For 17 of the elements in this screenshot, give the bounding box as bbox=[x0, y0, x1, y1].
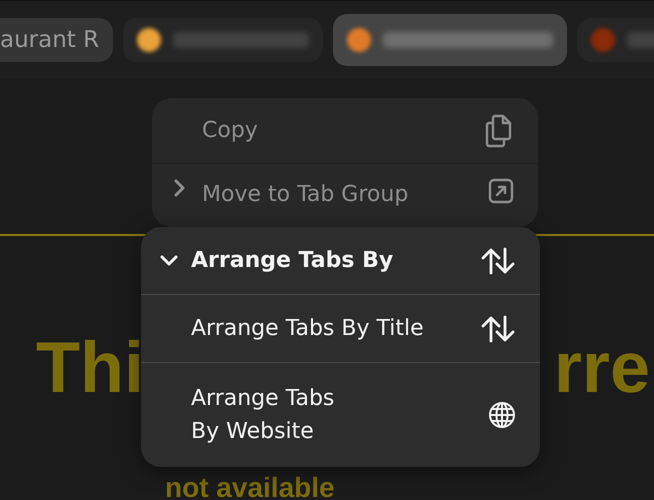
sort-arrows-icon bbox=[480, 314, 516, 342]
menu-item[interactable]: Move to Tab Group bbox=[152, 164, 538, 226]
arrow-in-square-icon bbox=[488, 178, 514, 204]
sort-arrows-icon bbox=[480, 246, 516, 274]
menu-item[interactable]: Arrange Tabs By Title bbox=[141, 295, 540, 363]
menu-item-label: Move to Tab Group bbox=[202, 181, 410, 209]
copy-icon bbox=[484, 112, 514, 148]
menu-item[interactable]: Copy bbox=[152, 98, 538, 164]
globe-icon bbox=[488, 401, 516, 429]
menu-item-label: Copy bbox=[202, 117, 259, 145]
blurred-browser-tab[interactable] bbox=[123, 18, 324, 62]
heading-text: rre bbox=[554, 332, 650, 404]
heading-text: not available bbox=[164, 474, 336, 500]
submenu-header[interactable]: Arrange Tabs By bbox=[141, 227, 540, 295]
browser-tab[interactable]: aurant R bbox=[0, 18, 114, 62]
heading-text: Thi bbox=[36, 332, 144, 404]
menu-item[interactable]: Arrange Tabs By Website bbox=[141, 363, 540, 467]
